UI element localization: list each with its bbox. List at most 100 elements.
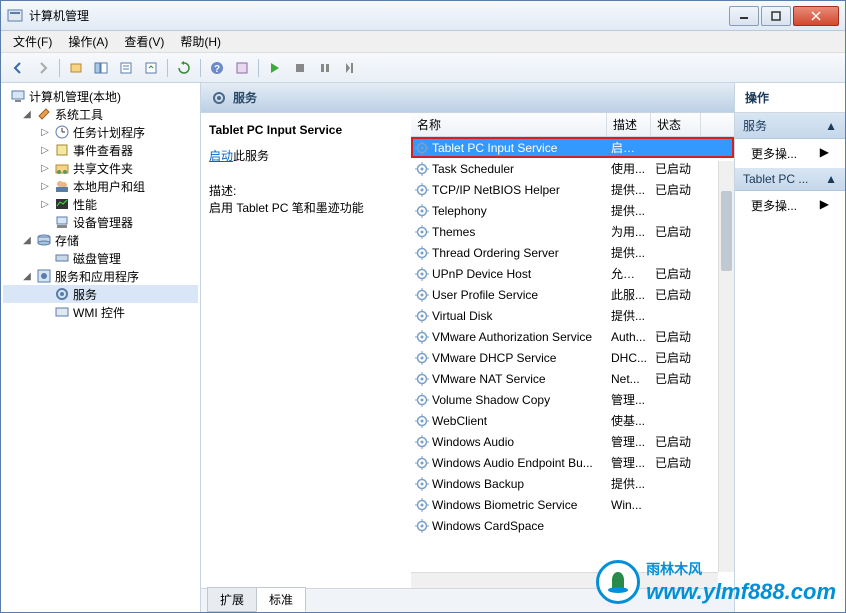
collapse-icon[interactable]: ◢ <box>21 271 33 282</box>
service-row[interactable]: Virtual Disk提供... <box>411 305 734 326</box>
action-more-1[interactable]: 更多操... ▶ <box>735 139 845 168</box>
expand-icon[interactable]: ▷ <box>39 181 51 192</box>
tree-storage[interactable]: ◢ 存储 <box>3 231 198 249</box>
service-state: 已启动 <box>651 286 701 303</box>
gear-icon <box>415 183 429 197</box>
tree-label: 系统工具 <box>55 106 103 123</box>
expand-icon[interactable]: ▷ <box>39 145 51 156</box>
tree-label: 服务 <box>73 286 97 303</box>
service-row[interactable]: Themes为用...已启动 <box>411 221 734 242</box>
minimize-button[interactable] <box>729 6 759 26</box>
refresh-button[interactable] <box>173 57 195 79</box>
action-section-selected[interactable]: Tablet PC ... ▲ <box>735 168 845 191</box>
tree-disk-management[interactable]: 磁盘管理 <box>3 249 198 267</box>
menu-view[interactable]: 查看(V) <box>116 31 172 52</box>
service-row[interactable]: TCP/IP NetBIOS Helper提供...已启动 <box>411 179 734 200</box>
tree-wmi[interactable]: WMI 控件 <box>3 303 198 321</box>
chevron-right-icon: ▶ <box>820 197 829 214</box>
service-state: 已启动 <box>651 370 701 387</box>
menu-file[interactable]: 文件(F) <box>5 31 60 52</box>
service-desc: Win... <box>607 498 651 512</box>
start-service-button[interactable] <box>264 57 286 79</box>
column-desc[interactable]: 描述 <box>607 113 651 136</box>
expand-icon[interactable]: ▷ <box>39 127 51 138</box>
service-name: Windows Biometric Service <box>432 498 577 512</box>
service-row[interactable]: Windows CardSpace <box>411 515 734 536</box>
service-row[interactable]: WebClient使基... <box>411 410 734 431</box>
service-name: TCP/IP NetBIOS Helper <box>432 183 560 197</box>
service-row[interactable]: Windows Audio Endpoint Bu...管理...已启动 <box>411 452 734 473</box>
tree-device-manager[interactable]: 设备管理器 <box>3 213 198 231</box>
service-row[interactable]: VMware Authorization ServiceAuth...已启动 <box>411 326 734 347</box>
service-row[interactable]: Telephony提供... <box>411 200 734 221</box>
maximize-button[interactable] <box>761 6 791 26</box>
tree-task-scheduler[interactable]: ▷ 任务计划程序 <box>3 123 198 141</box>
collapse-icon[interactable]: ◢ <box>21 235 33 246</box>
action-section-services[interactable]: 服务 ▲ <box>735 113 845 139</box>
tab-extended[interactable]: 扩展 <box>207 587 257 612</box>
separator <box>59 59 60 77</box>
horizontal-scrollbar[interactable] <box>411 572 718 588</box>
service-row[interactable]: User Profile Service此服...已启动 <box>411 284 734 305</box>
tree-label: 存储 <box>55 232 79 249</box>
stop-service-button[interactable] <box>289 57 311 79</box>
service-desc: Net... <box>607 372 651 386</box>
service-row[interactable]: VMware DHCP ServiceDHC...已启动 <box>411 347 734 368</box>
properties-button[interactable] <box>115 57 137 79</box>
service-state: 已启动 <box>651 454 701 471</box>
restart-service-button[interactable] <box>339 57 361 79</box>
tree-shared-folders[interactable]: ▷ 共享文件夹 <box>3 159 198 177</box>
service-desc: 提供... <box>607 475 651 492</box>
scrollbar-thumb[interactable] <box>721 191 732 271</box>
tree-label: 本地用户和组 <box>73 178 145 195</box>
back-button[interactable] <box>7 57 29 79</box>
service-row[interactable]: Thread Ordering Server提供... <box>411 242 734 263</box>
storage-icon <box>36 232 52 248</box>
service-row[interactable]: VMware NAT ServiceNet...已启动 <box>411 368 734 389</box>
expand-icon[interactable]: ▷ <box>39 163 51 174</box>
list-body[interactable]: Tablet PC Input Service启用 ...Task Schedu… <box>411 137 734 536</box>
menu-action[interactable]: 操作(A) <box>60 31 116 52</box>
tree-performance[interactable]: ▷ 性能 <box>3 195 198 213</box>
start-link[interactable]: 启动 <box>209 149 233 163</box>
tab-standard[interactable]: 标准 <box>256 587 306 612</box>
filter-button[interactable] <box>231 57 253 79</box>
help-button[interactable]: ? <box>206 57 228 79</box>
service-row[interactable]: Windows Backup提供... <box>411 473 734 494</box>
forward-button[interactable] <box>32 57 54 79</box>
service-row[interactable]: Windows Audio管理...已启动 <box>411 431 734 452</box>
column-name[interactable]: 名称 <box>411 113 607 136</box>
service-desc: DHC... <box>607 351 651 365</box>
service-row[interactable]: UPnP Device Host允许 ...已启动 <box>411 263 734 284</box>
middle-panel: 服务 Tablet PC Input Service 启动此服务 描述: 启用 … <box>201 83 735 612</box>
column-state[interactable]: 状态 <box>651 113 701 136</box>
close-button[interactable] <box>793 6 839 26</box>
vertical-scrollbar[interactable] <box>718 161 734 572</box>
up-button[interactable] <box>65 57 87 79</box>
description-text: 启用 Tablet PC 笔和墨迹功能 <box>209 199 403 216</box>
export-button[interactable] <box>140 57 162 79</box>
gear-icon <box>415 351 429 365</box>
tree-panel[interactable]: 计算机管理(本地) ◢ 系统工具 ▷ 任务计划程序 ▷ 事件查看器 ▷ 共享文件… <box>1 83 201 612</box>
service-name: Thread Ordering Server <box>432 246 559 260</box>
service-row[interactable]: Task Scheduler使用...已启动 <box>411 158 734 179</box>
gear-icon <box>415 162 429 176</box>
tree-services[interactable]: 服务 <box>3 285 198 303</box>
expand-icon[interactable]: ▷ <box>39 199 51 210</box>
collapse-icon[interactable]: ◢ <box>21 109 33 120</box>
tree-services-apps[interactable]: ◢ 服务和应用程序 <box>3 267 198 285</box>
service-row[interactable]: Volume Shadow Copy管理... <box>411 389 734 410</box>
tree-local-users[interactable]: ▷ 本地用户和组 <box>3 177 198 195</box>
header-title: 服务 <box>233 89 257 106</box>
service-row[interactable]: Windows Biometric Service Win... <box>411 494 734 515</box>
show-hide-tree-button[interactable] <box>90 57 112 79</box>
computer-icon <box>10 88 26 104</box>
tree-event-viewer[interactable]: ▷ 事件查看器 <box>3 141 198 159</box>
service-desc: 管理... <box>607 454 651 471</box>
tree-root[interactable]: 计算机管理(本地) <box>3 87 198 105</box>
tree-system-tools[interactable]: ◢ 系统工具 <box>3 105 198 123</box>
menu-help[interactable]: 帮助(H) <box>172 31 229 52</box>
service-row[interactable]: Tablet PC Input Service启用 ... <box>411 137 734 158</box>
pause-service-button[interactable] <box>314 57 336 79</box>
action-more-2[interactable]: 更多操... ▶ <box>735 191 845 220</box>
